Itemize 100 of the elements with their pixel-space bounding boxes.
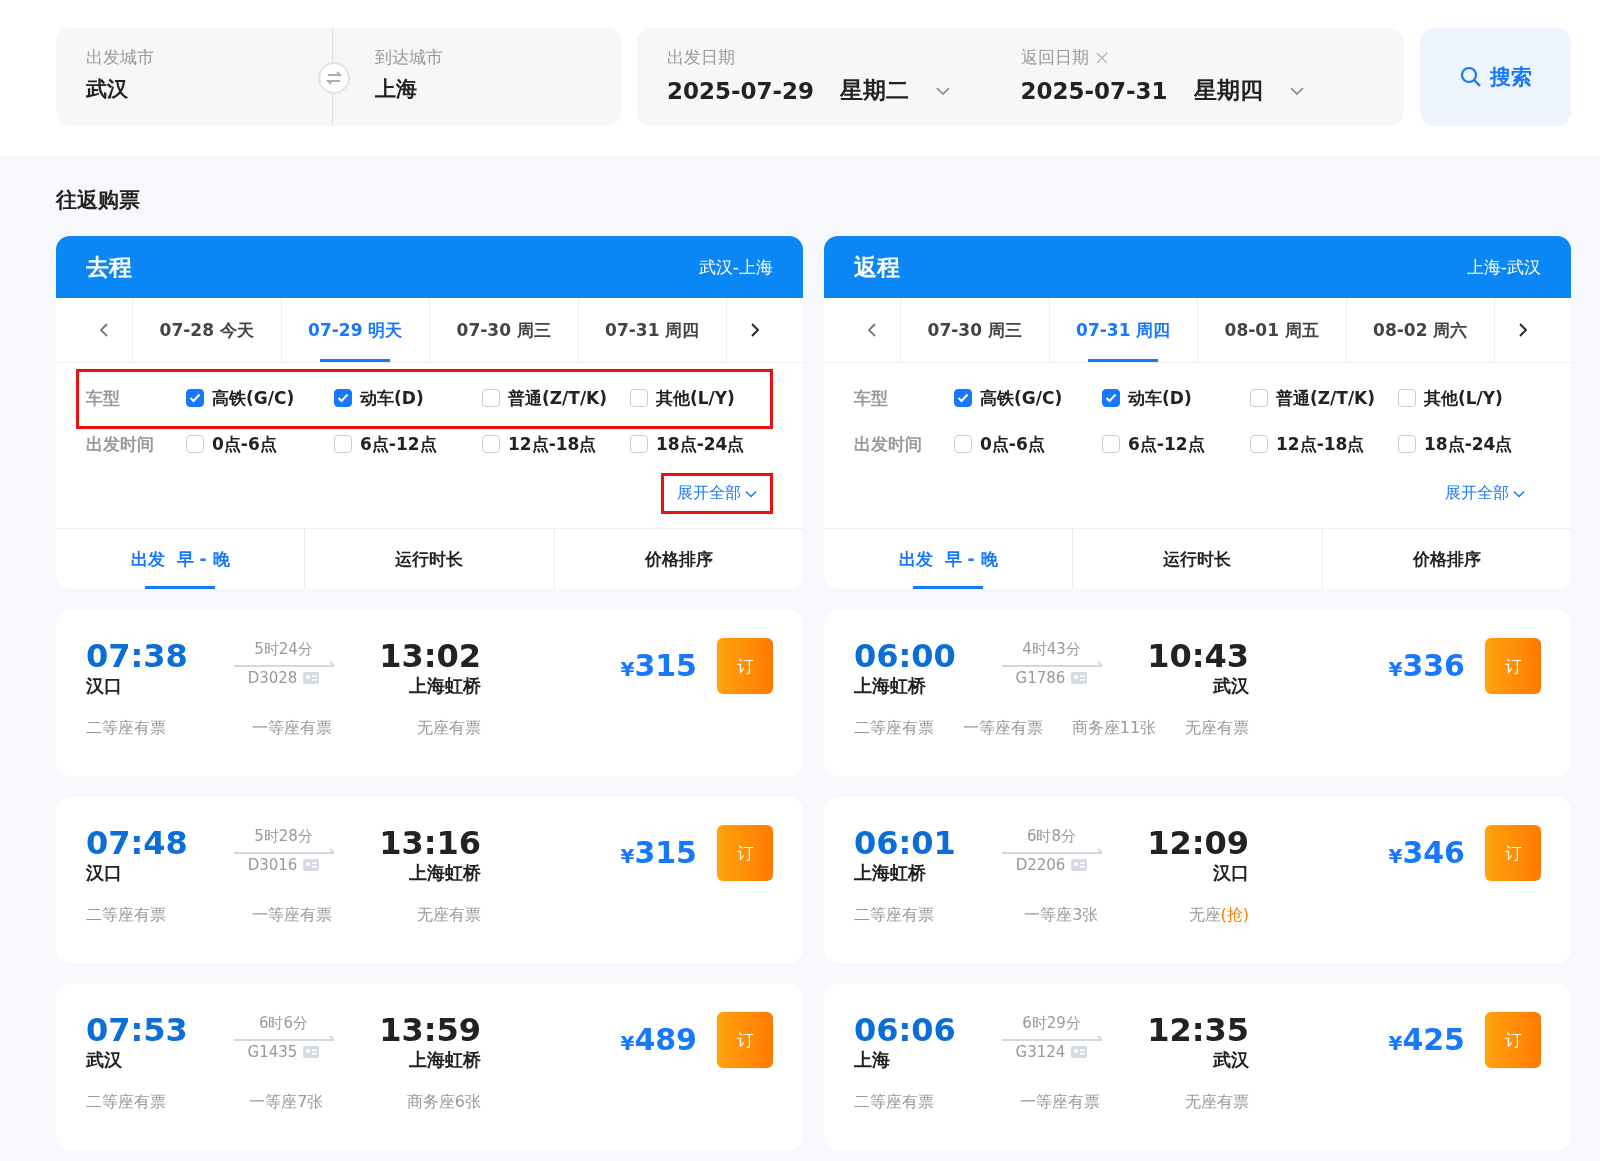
- next-icon[interactable]: [750, 322, 760, 338]
- date-value[interactable]: 2025-07-29: [667, 77, 815, 104]
- option-label[interactable]: 18点-24点: [656, 432, 745, 456]
- previous-icon[interactable]: [99, 322, 109, 338]
- duration: 5时28分: [254, 827, 313, 846]
- city-field[interactable]: 上海: [375, 75, 591, 103]
- price: ¥315: [620, 834, 697, 870]
- option-label[interactable]: 普通(Z/T/K): [1276, 386, 1376, 410]
- chevron-down-icon: [1513, 489, 1525, 498]
- train-number: G1786: [1015, 669, 1066, 687]
- search-button[interactable]: 搜索: [1420, 28, 1571, 126]
- option-label[interactable]: 高铁(G/C): [212, 386, 295, 410]
- checkbox[interactable]: [186, 435, 204, 453]
- route-label: 武汉-上海: [698, 255, 773, 279]
- checkbox[interactable]: [482, 389, 500, 407]
- train-number: D3028: [247, 669, 298, 687]
- date-tab[interactable]: 07-30 周三: [900, 298, 1049, 362]
- checkbox[interactable]: [334, 435, 352, 453]
- station-name: 汉口: [86, 861, 123, 885]
- date-tab[interactable]: 07-28 今天: [132, 298, 281, 362]
- panel-title: 去程: [86, 252, 132, 282]
- date-tab[interactable]: 07-30 周三: [429, 298, 578, 362]
- option-label[interactable]: 高铁(G/C): [980, 386, 1063, 410]
- checkbox[interactable]: [482, 435, 500, 453]
- checkbox[interactable]: [1398, 389, 1416, 407]
- duration: 6时29分: [1022, 1014, 1081, 1033]
- option-label[interactable]: 动车(D): [360, 386, 424, 410]
- field-label: 出发日期: [667, 46, 736, 69]
- checkbox[interactable]: [1102, 389, 1120, 407]
- date-tab[interactable]: 07-31 周四: [1048, 298, 1197, 362]
- close-icon[interactable]: [1094, 50, 1109, 65]
- checkbox[interactable]: [186, 389, 204, 407]
- sort-tab[interactable]: 运行时长: [304, 529, 554, 589]
- checkbox[interactable]: [630, 389, 648, 407]
- station-name: 上海虹桥: [854, 674, 927, 698]
- seat-availability: 无座有票: [417, 905, 481, 926]
- station-name: 武汉: [86, 1048, 123, 1072]
- checkbox[interactable]: [1102, 435, 1120, 453]
- option-label[interactable]: 普通(Z/T/K): [508, 386, 608, 410]
- seat-availability: 二等座有票: [86, 718, 166, 739]
- station-name: 武汉: [1213, 1048, 1249, 1072]
- sort-tab[interactable]: 出发 早 - 晚: [56, 529, 305, 589]
- option-label[interactable]: 12点-18点: [1276, 432, 1365, 456]
- departure-time: 06:00: [854, 638, 956, 674]
- checkbox[interactable]: [334, 389, 352, 407]
- search-icon: [1459, 66, 1482, 88]
- chevron-down-icon: [1288, 85, 1305, 96]
- seat-availability: 无座(抢): [1188, 905, 1249, 926]
- option-label[interactable]: 动车(D): [1128, 386, 1192, 410]
- date-tab[interactable]: 07-31 周四: [577, 298, 727, 362]
- sort-tab[interactable]: 运行时长: [1072, 529, 1322, 589]
- sort-tab[interactable]: 价格排序: [1321, 529, 1571, 589]
- seat-availability: 二等座有票: [854, 1092, 934, 1113]
- date-value[interactable]: 2025-07-31: [1020, 77, 1168, 104]
- expand-link[interactable]: 展开全部: [1437, 479, 1533, 508]
- arrival-time: 12:09: [1147, 825, 1249, 861]
- option-label[interactable]: 其他(L/Y): [1424, 386, 1503, 410]
- id-card-icon: [303, 859, 320, 871]
- filter-label: 车型: [86, 386, 121, 410]
- route-label: 上海-武汉: [1466, 255, 1541, 279]
- price: ¥425: [1388, 1021, 1465, 1057]
- expand-link[interactable]: 展开全部: [669, 479, 765, 508]
- chevron-down-icon: [745, 489, 757, 498]
- departure-time: 07:53: [86, 1012, 188, 1048]
- seat-availability: 一等座有票: [251, 718, 332, 739]
- checkbox[interactable]: [1250, 435, 1268, 453]
- previous-icon[interactable]: [867, 322, 877, 338]
- date-tab[interactable]: 07-29 明天: [280, 298, 429, 362]
- duration: 4时43分: [1022, 640, 1081, 659]
- seat-availability: 二等座有票: [86, 1092, 166, 1113]
- option-label[interactable]: 0点-6点: [980, 432, 1045, 456]
- seat-availability: 一等座有票: [1019, 1092, 1100, 1113]
- swap-icon[interactable]: [318, 62, 350, 94]
- city-field[interactable]: 武汉: [86, 75, 302, 103]
- checkbox[interactable]: [1398, 435, 1416, 453]
- departure-time: 07:38: [86, 638, 188, 674]
- field-label: 出发城市: [86, 46, 155, 69]
- option-label[interactable]: 其他(L/Y): [656, 386, 735, 410]
- option-label[interactable]: 6点-12点: [360, 432, 437, 456]
- next-icon[interactable]: [1518, 322, 1528, 338]
- chevron-down-icon: [935, 85, 952, 96]
- field-label: 返回日期: [1020, 46, 1089, 69]
- checkbox[interactable]: [1250, 389, 1268, 407]
- arrival-time: 13:16: [379, 825, 481, 861]
- checkbox[interactable]: [954, 389, 972, 407]
- departure-time: 06:01: [854, 825, 956, 861]
- date-tab[interactable]: 08-01 周五: [1197, 298, 1346, 362]
- sort-tab[interactable]: 出发 早 - 晚: [824, 529, 1073, 589]
- option-label[interactable]: 12点-18点: [508, 432, 597, 456]
- date-tab[interactable]: 08-02 周六: [1345, 298, 1495, 362]
- seat-availability: 无座有票: [1185, 718, 1249, 739]
- sort-tab[interactable]: 价格排序: [553, 529, 803, 589]
- checkbox[interactable]: [630, 435, 648, 453]
- option-label[interactable]: 18点-24点: [1424, 432, 1513, 456]
- seat-availability: 一等座7张: [249, 1092, 324, 1113]
- section-title: 往返购票: [56, 187, 141, 214]
- option-label[interactable]: 6点-12点: [1128, 432, 1205, 456]
- checkbox[interactable]: [954, 435, 972, 453]
- option-label[interactable]: 0点-6点: [212, 432, 277, 456]
- arrival-time: 10:43: [1147, 638, 1249, 674]
